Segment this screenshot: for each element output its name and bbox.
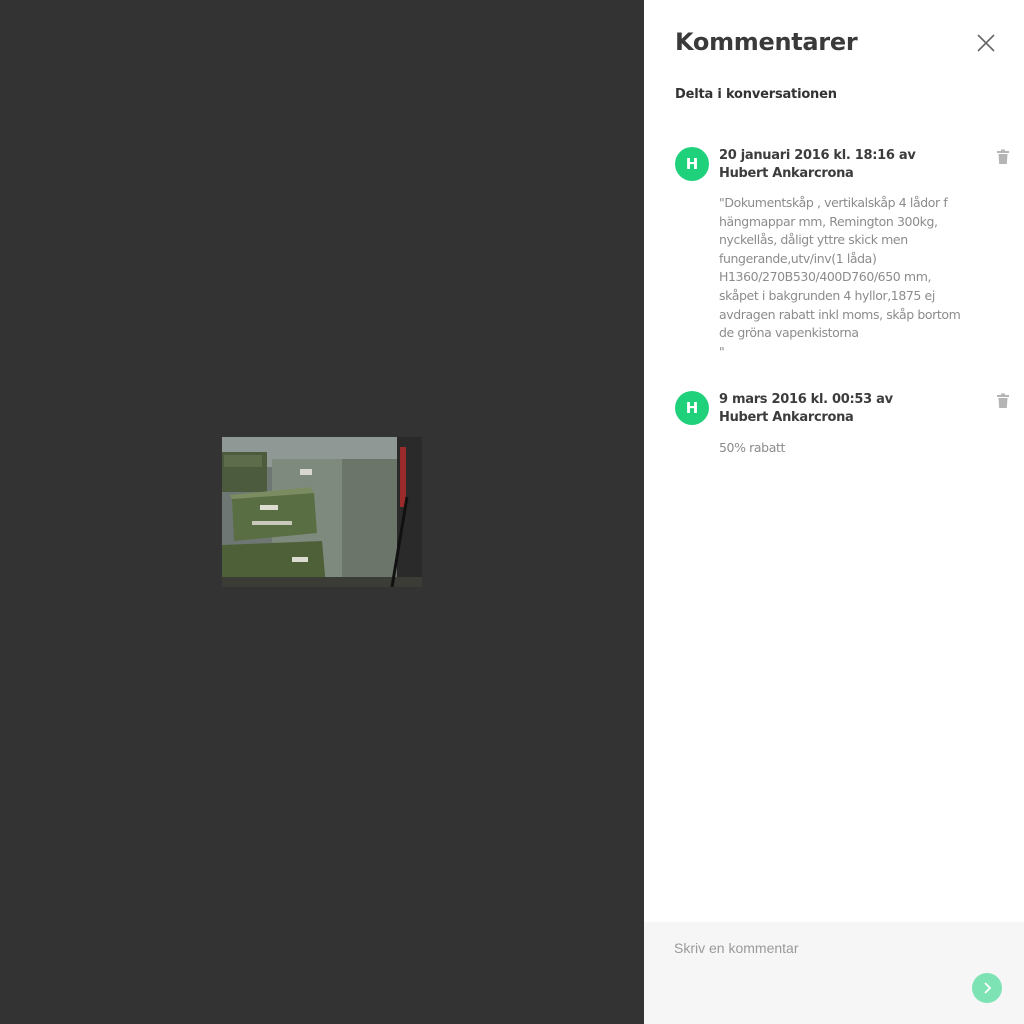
delete-comment-button[interactable] <box>996 149 1010 165</box>
comment-body: 50% rabatt <box>719 440 785 455</box>
comment-body: "Dokumentskåp , vertikalskåp 4 lådor f h… <box>719 195 961 359</box>
trash-icon <box>997 393 1009 408</box>
comment-composer <box>644 922 1024 1024</box>
delete-comment-button[interactable] <box>996 393 1010 409</box>
send-button[interactable] <box>972 973 1002 1003</box>
image-viewer <box>0 0 644 1024</box>
close-icon <box>977 34 995 52</box>
panel-title: Kommentarer <box>675 28 858 56</box>
close-button[interactable] <box>974 31 998 55</box>
panel-subtitle: Delta i konversationen <box>675 87 837 102</box>
comments-panel: Kommentarer Delta i konversationen H 20 … <box>644 0 1024 1024</box>
avatar: H <box>675 147 709 181</box>
comment-input[interactable] <box>674 940 974 980</box>
cabinet-photo-graphic <box>222 437 422 587</box>
avatar: H <box>675 391 709 425</box>
comment-meta: 9 mars 2016 kl. 00:53 av Hubert Ankarcro… <box>719 392 893 425</box>
cabinet-photo <box>222 437 422 587</box>
comment-meta: 20 januari 2016 kl. 18:16 av Hubert Anka… <box>719 148 916 181</box>
trash-icon <box>997 149 1009 164</box>
chevron-right-icon <box>984 982 992 994</box>
